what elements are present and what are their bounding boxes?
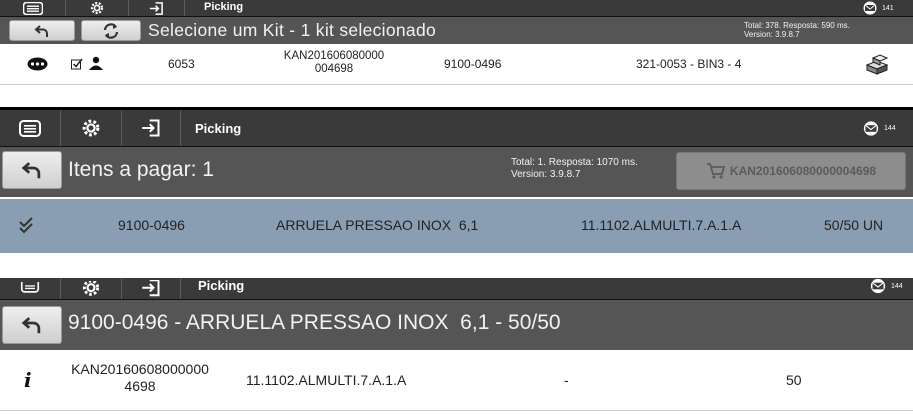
table-row[interactable]: 9100-0496 ARRUELA PRESSAO INOX 6,1 11.11… [0, 199, 913, 253]
mail-count: 144 [891, 282, 903, 290]
stats-total: Total: 378. Resposta: 590 ms. [744, 21, 850, 30]
mail-badge[interactable]: 141 [860, 1, 894, 15]
item-code: 9100-0496 [118, 217, 185, 233]
subheader: Itens a pagar: 1 Total: 1. Resposta: 107… [0, 147, 913, 197]
double-check-icon[interactable] [18, 217, 36, 235]
kanban-code-line1: KAN20160608000000 [71, 361, 209, 377]
subheader: 9100-0496 - ARRUELA PRESSAO INOX 6,1 - 5… [0, 300, 913, 350]
login-icon [142, 279, 160, 296]
login-button[interactable] [129, 0, 185, 16]
login-icon [142, 119, 160, 137]
back-arrow-icon [21, 162, 41, 179]
kanban-code-line2: 4698 [124, 377, 156, 394]
menu-icon [19, 119, 41, 137]
stats-version: Version: 3.9.8.7 [511, 168, 581, 180]
options-icon[interactable] [27, 57, 48, 71]
row-divider [0, 84, 913, 85]
quantity: 50/50 UN [824, 217, 884, 233]
user-icon [89, 56, 103, 70]
settings-button[interactable] [61, 278, 122, 299]
gear-icon [82, 280, 100, 296]
cart-button[interactable]: KAN201606080000004698 [676, 152, 906, 190]
table-row[interactable]: 6053 KAN201606080000 004698 9100-0496 32… [0, 46, 913, 82]
info-icon[interactable]: i [24, 368, 32, 392]
page-title: Selecione um Kit - 1 kit selecionado [148, 20, 437, 40]
settings-button[interactable] [61, 110, 122, 146]
boxes-icon[interactable] [863, 53, 891, 75]
mail-count: 141 [882, 4, 894, 12]
back-button[interactable] [2, 151, 62, 189]
login-button[interactable] [122, 110, 181, 146]
toolbar-title: Picking [198, 278, 245, 293]
back-button[interactable] [9, 20, 75, 41]
toolbar: Picking 144 [0, 110, 913, 147]
menu-icon [22, 1, 43, 15]
toolbar-title: Picking [195, 121, 242, 136]
login-icon [149, 1, 163, 15]
gear-icon [82, 119, 100, 137]
stats: Total: 1. Resposta: 1070 ms. Version: 3.… [511, 157, 638, 180]
toolbar-title: Picking [204, 1, 244, 13]
back-arrow-icon [21, 317, 41, 334]
checkbox-checked-icon[interactable] [71, 58, 83, 70]
kanban-code-line1: KAN201606080000 [283, 50, 385, 62]
stats: Total: 378. Resposta: 590 ms. Version: 3… [744, 21, 850, 39]
back-arrow-icon [34, 24, 48, 37]
cart-label: KAN201606080000004698 [729, 164, 877, 178]
subheader: Selecione um Kit - 1 kit selecionado Tot… [0, 17, 913, 44]
mail-icon [870, 278, 886, 294]
login-button[interactable] [122, 278, 181, 299]
quantity: 50 [786, 372, 802, 388]
cart-icon [706, 163, 726, 179]
menu-button[interactable] [0, 0, 66, 16]
toolbar: Picking 144 [0, 278, 913, 300]
mail-badge[interactable]: 144 [860, 120, 896, 137]
menu-button[interactable] [0, 278, 61, 299]
page-title: 9100-0496 - ARRUELA PRESSAO INOX 6,1 - 5… [68, 311, 561, 334]
panel-kit-selection: Picking 141 Selecione um Kit - 1 kit sel… [0, 0, 913, 95]
panel-items-to-pay: Picking 144 Itens a pagar: 1 Total: 1. R… [0, 107, 913, 254]
page-title: Itens a pagar: 1 [68, 158, 214, 181]
kanban-code: KAN20160608000000 4698 [60, 361, 220, 395]
menu-icon [20, 281, 40, 293]
settings-button[interactable] [66, 0, 129, 16]
row-divider [0, 410, 913, 411]
kanban-code-line2: 004698 [314, 62, 354, 75]
back-button[interactable] [2, 306, 62, 344]
mail-icon [863, 1, 877, 15]
mail-badge[interactable]: 144 [867, 278, 903, 294]
refresh-icon [103, 22, 119, 39]
location: 321-0053 - BIN3 - 4 [636, 57, 742, 71]
menu-button[interactable] [0, 110, 61, 146]
location: 11.1102.ALMULTI.7.A.1.A [246, 372, 407, 388]
mail-count: 144 [884, 125, 896, 132]
item-description: ARRUELA PRESSAO INOX 6,1 [276, 217, 479, 233]
order-number: 6053 [168, 57, 195, 71]
panel-item-detail: Picking 144 9100-0496 - ARRUELA PRESSAO … [0, 278, 913, 415]
mail-icon [863, 121, 879, 136]
kanban-code: KAN201606080000 004698 [266, 50, 402, 75]
table-row[interactable]: i KAN20160608000000 4698 11.1102.ALMULTI… [0, 352, 913, 408]
refresh-button[interactable] [81, 20, 141, 41]
gear-icon [90, 1, 104, 15]
empty-value: - [564, 372, 569, 388]
item-code: 9100-0496 [444, 57, 502, 71]
stats-total: Total: 1. Resposta: 1070 ms. [511, 157, 638, 168]
stats-version: Version: 3.9.8.7 [744, 30, 800, 40]
toolbar: Picking 141 [0, 0, 913, 17]
location: 11.1102.ALMULTI.7.A.1.A [581, 217, 742, 233]
